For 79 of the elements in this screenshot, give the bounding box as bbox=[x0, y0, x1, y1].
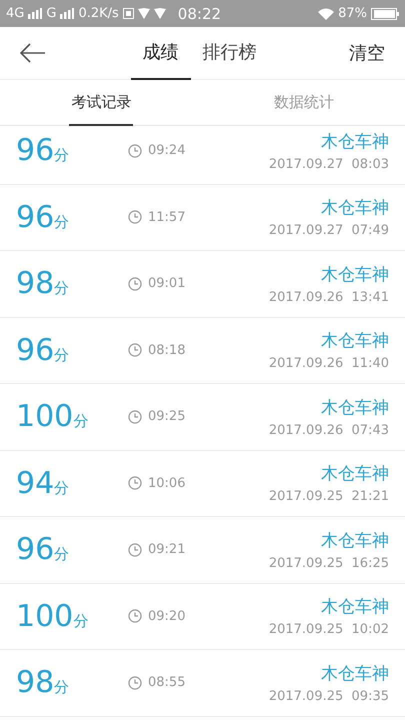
user-name: 木仓车神 bbox=[321, 596, 389, 618]
record-row[interactable]: 96分 09:21 木仓车神 2017.09.25 16:25 bbox=[0, 517, 405, 584]
user-name: 木仓车神 bbox=[321, 130, 389, 153]
record-row[interactable]: 98分 09:01 木仓车神 2017.09.26 13:41 bbox=[0, 251, 405, 318]
network-label: 4G bbox=[6, 6, 24, 21]
record-row[interactable]: 94分 10:06 木仓车神 2017.09.25 21:21 bbox=[0, 450, 405, 517]
clock-icon bbox=[128, 542, 142, 557]
score-unit: 分 bbox=[54, 146, 70, 166]
score-value: 94 bbox=[16, 466, 54, 501]
user-name: 木仓车神 bbox=[321, 530, 389, 552]
clear-button[interactable]: 清空 bbox=[349, 41, 385, 65]
score-value: 98 bbox=[16, 665, 54, 700]
battery-percent: 87% bbox=[338, 6, 367, 21]
clock-icon bbox=[128, 210, 142, 224]
clock-time: 08:22 bbox=[178, 4, 222, 22]
score-value: 100 bbox=[16, 399, 74, 434]
duration-text: 11:57 bbox=[148, 210, 186, 225]
score-unit: 分 bbox=[54, 678, 70, 698]
score-value: 98 bbox=[16, 266, 54, 302]
record-row[interactable]: 98分 08:55 木仓车神 2017.09.25 09:35 bbox=[0, 650, 405, 716]
record-datetime: 2017.09.26 11:40 bbox=[268, 356, 389, 372]
header-tab[interactable]: 排行榜 bbox=[190, 26, 268, 80]
record-datetime: 2017.09.25 10:02 bbox=[268, 622, 389, 638]
score-unit: 分 bbox=[54, 545, 70, 564]
duration-text: 09:01 bbox=[148, 276, 186, 292]
duration-text: 09:21 bbox=[148, 542, 186, 558]
sub-tab[interactable]: 考试记录 bbox=[69, 80, 134, 126]
duration-text: 09:20 bbox=[148, 608, 186, 624]
sim-icon bbox=[122, 8, 134, 19]
clock-icon bbox=[128, 676, 142, 690]
score-value: 96 bbox=[16, 133, 54, 168]
sub-tab[interactable]: 数据统计 bbox=[272, 80, 336, 126]
record-datetime: 2017.09.25 16:25 bbox=[268, 556, 389, 571]
clock-icon bbox=[128, 343, 142, 358]
score-unit: 分 bbox=[54, 212, 70, 232]
network-label: G bbox=[46, 6, 56, 21]
clock-icon bbox=[128, 609, 142, 624]
duration-text: 08:18 bbox=[148, 342, 186, 358]
signal-icon bbox=[60, 8, 74, 19]
record-row[interactable]: 96分 11:57 木仓车神 2017.09.27 07:49 bbox=[0, 184, 405, 251]
clock-icon bbox=[128, 476, 142, 490]
clock-icon bbox=[128, 144, 142, 158]
record-row[interactable]: 96分 08:18 木仓车神 2017.09.26 11:40 bbox=[0, 318, 405, 384]
score-unit: 分 bbox=[54, 478, 70, 498]
back-arrow-icon[interactable] bbox=[20, 43, 46, 63]
header-tab[interactable]: 成绩 bbox=[130, 26, 190, 80]
record-row[interactable]: 100分 09:25 木仓车神 2017.09.26 07:43 bbox=[0, 384, 405, 450]
clock-icon bbox=[128, 410, 142, 424]
record-datetime: 2017.09.26 07:43 bbox=[268, 422, 389, 438]
user-name: 木仓车神 bbox=[321, 396, 389, 419]
wifi-icon bbox=[318, 8, 334, 20]
record-row[interactable]: 96分 09:24 木仓车神 2017.09.27 08:03 bbox=[0, 126, 405, 184]
user-name: 木仓车神 bbox=[321, 197, 389, 220]
signal-icon bbox=[28, 8, 42, 19]
network-speed: 0.2K/s bbox=[78, 6, 119, 21]
score-unit: 分 bbox=[73, 412, 88, 432]
record-datetime: 2017.09.25 21:21 bbox=[268, 489, 389, 504]
user-name: 木仓车神 bbox=[321, 463, 389, 486]
record-datetime: 2017.09.25 09:35 bbox=[268, 688, 389, 704]
record-datetime: 2017.09.26 13:41 bbox=[268, 290, 389, 305]
score-unit: 分 bbox=[54, 279, 70, 298]
score-value: 100 bbox=[16, 598, 74, 634]
score-unit: 分 bbox=[54, 346, 70, 365]
duration-text: 08:55 bbox=[148, 675, 186, 690]
clock-icon bbox=[128, 276, 142, 291]
duration-text: 10:06 bbox=[148, 476, 186, 491]
user-name: 木仓车神 bbox=[321, 330, 389, 352]
user-name: 木仓车神 bbox=[321, 662, 389, 685]
duration-text: 09:25 bbox=[148, 409, 186, 424]
battery-icon bbox=[371, 8, 399, 20]
score-value: 96 bbox=[16, 532, 54, 568]
user-name: 木仓车神 bbox=[321, 264, 389, 286]
duration-text: 09:24 bbox=[148, 143, 186, 158]
record-row[interactable]: 100分 09:20 木仓车神 2017.09.25 10:02 bbox=[0, 584, 405, 650]
record-datetime: 2017.09.27 07:49 bbox=[268, 223, 389, 238]
score-unit: 分 bbox=[73, 612, 88, 631]
score-value: 96 bbox=[16, 332, 54, 368]
record-datetime: 2017.09.27 08:03 bbox=[268, 156, 389, 172]
score-value: 96 bbox=[16, 200, 54, 235]
